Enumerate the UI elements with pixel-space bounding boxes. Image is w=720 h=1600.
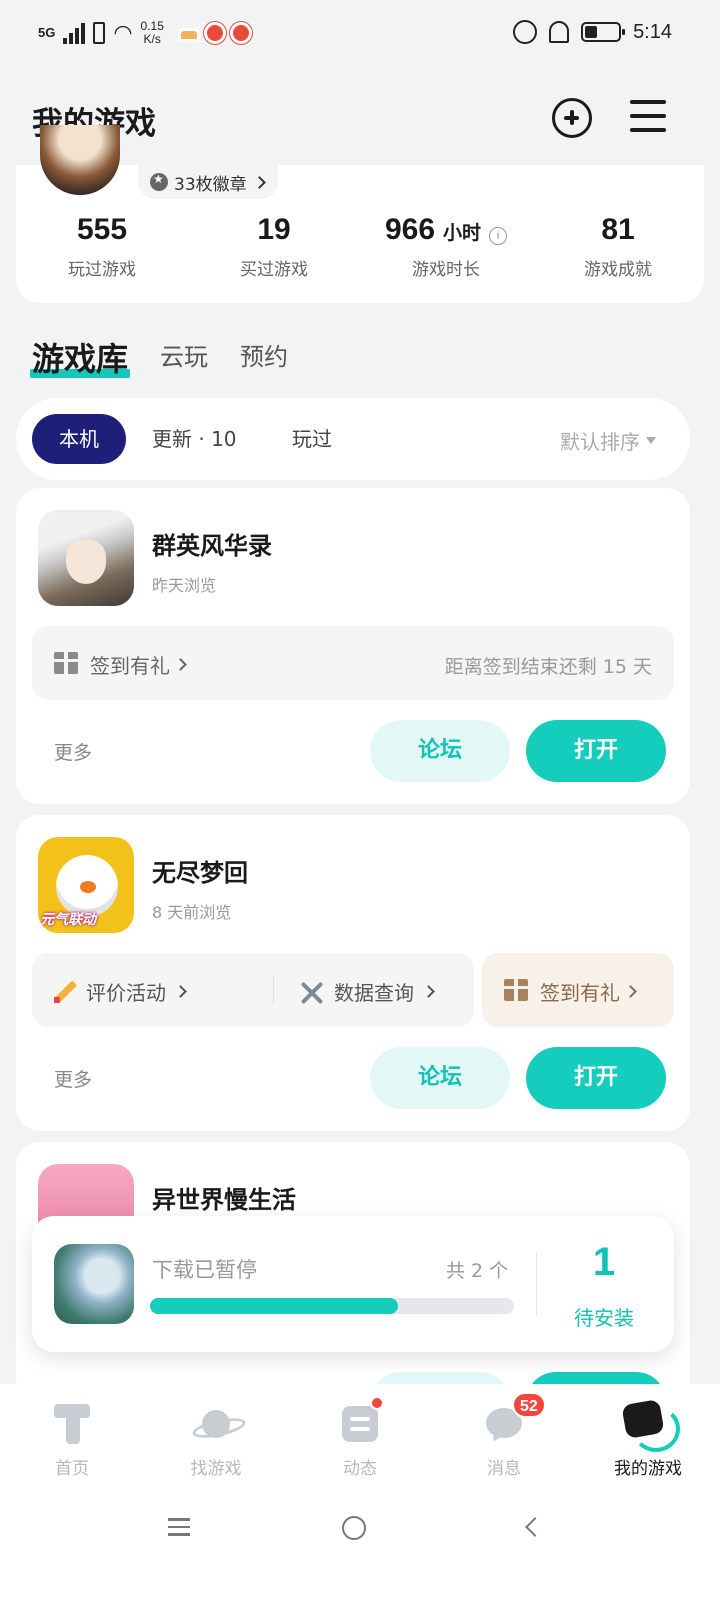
stat-played[interactable]: 555 玩过游戏 — [16, 213, 188, 280]
stats-row: 555 玩过游戏 19 买过游戏 966 小时 i 游戏时长 81 游戏成就 — [16, 213, 704, 280]
game-last-viewed: 昨天浏览 — [152, 576, 217, 595]
badges-label: 33枚徽章 — [174, 174, 247, 195]
tab-library[interactable]: 游戏库 — [29, 334, 131, 380]
filter-local[interactable]: 本机 — [32, 414, 126, 464]
more-link[interactable]: 更多 — [54, 738, 92, 765]
add-circle-icon[interactable] — [552, 98, 592, 138]
sort-dropdown[interactable]: 默认排序 — [560, 426, 656, 455]
more-link[interactable]: 更多 — [54, 1065, 92, 1092]
alarm-icon — [513, 20, 538, 44]
game-card[interactable]: 元气联动 无尽梦回 8 天前浏览 评价活动 数据查询 签到有礼 更多 论坛 打开 — [16, 815, 690, 1131]
chevron-right-icon — [174, 985, 187, 998]
message-count-badge: 52 — [512, 1392, 546, 1418]
game-card[interactable]: 群英风华录 昨天浏览 签到有礼 距离签到结束还剩 15 天 更多 论坛 打开 — [16, 488, 690, 804]
battery-icon — [581, 22, 626, 42]
game-name: 异世界慢生活 — [152, 1186, 296, 1214]
avatar[interactable] — [40, 125, 120, 195]
game-icon-text: 元气联动 — [40, 912, 96, 928]
clock: 5:14 — [633, 20, 672, 43]
back-icon[interactable] — [525, 1517, 545, 1537]
divider — [536, 1252, 537, 1316]
download-progress-fill — [150, 1298, 398, 1314]
planet-icon — [196, 1404, 236, 1444]
chevron-right-icon — [174, 658, 187, 671]
filter-updates[interactable]: 更新 · 10 — [152, 414, 237, 464]
activity-bar: 评价活动 数据查询 — [32, 953, 474, 1027]
game-name: 群英风华录 — [152, 532, 272, 560]
signal-icon — [63, 22, 86, 44]
badges-chip[interactable]: 33枚徽章 — [138, 165, 278, 199]
sim-icon — [93, 22, 106, 44]
nav-feed[interactable]: 动态 — [288, 1384, 432, 1494]
nav-my-games[interactable]: 我的游戏 — [576, 1384, 720, 1494]
home-button-icon[interactable] — [342, 1516, 366, 1540]
filter-bar: 本机 更新 · 10 玩过 默认排序 — [16, 398, 690, 480]
download-game-icon — [54, 1244, 134, 1324]
divider — [273, 975, 274, 1005]
download-progress — [150, 1298, 514, 1314]
chevron-right-icon — [624, 985, 637, 998]
nav-home[interactable]: 首页 — [0, 1384, 144, 1494]
profile-stats-card: 33枚徽章 555 玩过游戏 19 买过游戏 966 小时 i 游戏时长 81 … — [16, 125, 704, 303]
home-icon — [52, 1404, 92, 1444]
download-panel[interactable]: 下载已暂停 共 2 个 1 待安装 — [32, 1216, 674, 1352]
pending-install-label[interactable]: 待安装 — [544, 1302, 664, 1331]
my-games-icon — [624, 1400, 680, 1452]
filter-played[interactable]: 玩过 — [292, 414, 332, 464]
review-activity-link[interactable]: 评价活动 — [52, 977, 187, 1006]
signin-remaining: 距离签到结束还剩 15 天 — [444, 656, 652, 678]
wifi-icon: ◠ — [113, 20, 133, 45]
bottom-nav: 首页 找游戏 动态 52 消息 我的游戏 — [0, 1384, 720, 1494]
library-tabs: 游戏库 云玩 预约 — [29, 330, 288, 380]
medal-icon — [150, 172, 168, 191]
game-icon[interactable]: 元气联动 — [38, 837, 134, 933]
system-nav-bar — [0, 1494, 720, 1600]
game-last-viewed: 8 天前浏览 — [152, 903, 232, 922]
forum-button[interactable]: 论坛 — [370, 1047, 510, 1109]
open-button[interactable]: 打开 — [526, 720, 666, 782]
status-bar: 5G ◠ 0.15 K/s 5:14 — [0, 0, 720, 70]
recent-apps-icon[interactable] — [168, 1518, 190, 1541]
chevron-right-icon — [422, 985, 435, 998]
forum-button[interactable]: 论坛 — [370, 720, 510, 782]
download-status: 下载已暂停 — [152, 1258, 257, 1282]
game-icon[interactable] — [38, 510, 134, 606]
menu-icon[interactable] — [630, 100, 666, 134]
swords-icon — [298, 979, 326, 1005]
gift-icon — [52, 652, 80, 674]
chevron-right-icon — [252, 175, 266, 189]
stat-bought[interactable]: 19 买过游戏 — [188, 213, 360, 280]
signin-banner[interactable]: 签到有礼 — [482, 953, 674, 1027]
tab-reservations[interactable]: 预约 — [240, 337, 288, 380]
open-button[interactable]: 打开 — [526, 1047, 666, 1109]
pending-install-count[interactable]: 1 — [544, 1240, 664, 1285]
feed-icon — [340, 1404, 380, 1444]
signin-banner[interactable]: 签到有礼 距离签到结束还剩 15 天 — [32, 626, 674, 700]
network-speed: 0.15 K/s — [140, 19, 164, 46]
info-icon[interactable]: i — [489, 227, 508, 245]
stat-achievements[interactable]: 81 游戏成就 — [532, 213, 704, 280]
caret-down-icon — [646, 437, 656, 444]
notification-icons — [177, 22, 252, 44]
data-query-link[interactable]: 数据查询 — [298, 977, 435, 1006]
stat-playtime[interactable]: 966 小时 i 游戏时长 — [360, 213, 532, 280]
nav-find-games[interactable]: 找游戏 — [144, 1384, 288, 1494]
bell-icon — [549, 21, 570, 43]
game-name: 无尽梦回 — [152, 859, 248, 887]
tab-cloud-play[interactable]: 云玩 — [160, 337, 208, 380]
signal-label: 5G — [38, 25, 56, 40]
download-total: 共 2 个 — [446, 1260, 509, 1282]
pencil-icon — [52, 979, 78, 1005]
notification-dot — [370, 1396, 384, 1410]
nav-messages[interactable]: 52 消息 — [432, 1384, 576, 1494]
gift-icon — [502, 979, 530, 1001]
